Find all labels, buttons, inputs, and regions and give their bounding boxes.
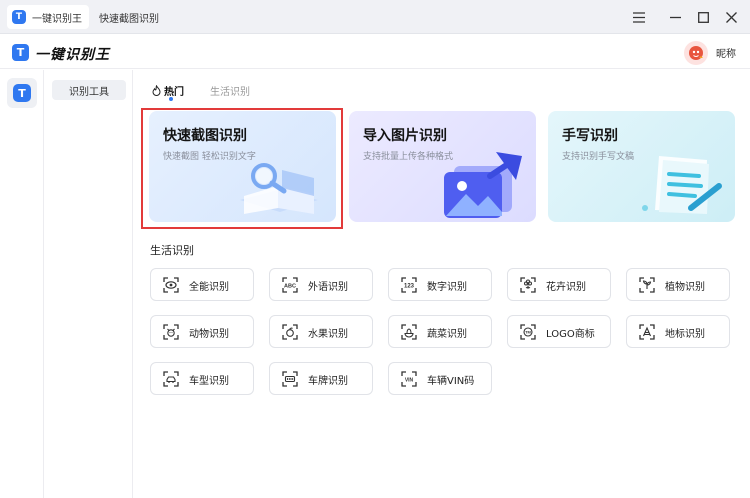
eye-scan-icon xyxy=(163,277,179,293)
feature-label: 车牌识别 xyxy=(308,376,348,387)
maximize-icon[interactable] xyxy=(692,6,714,28)
abc-scan-icon: ABC xyxy=(282,277,298,293)
feature-button-plant[interactable]: 植物识别 xyxy=(626,268,730,301)
flame-icon xyxy=(152,85,161,96)
menu-icon[interactable] xyxy=(628,6,650,28)
window-tab-label: 快速截图识别 xyxy=(99,13,159,25)
feature-label: 动物识别 xyxy=(189,329,229,340)
close-icon[interactable] xyxy=(720,6,742,28)
animal-scan-icon xyxy=(163,324,179,340)
window-tab-label: 一键识别王 xyxy=(32,13,82,25)
handwriting-paper-icon xyxy=(642,156,722,214)
feature-label: 水果识别 xyxy=(308,329,348,340)
window-titlebar: T 一键识别王 快速截图识别 xyxy=(0,0,750,34)
app-logo-icon: T xyxy=(13,84,31,102)
feature-label: 数字识别 xyxy=(427,282,467,293)
window-tab-screenshot[interactable]: 快速截图识别 xyxy=(96,5,166,29)
feature-label: 车辆VIN码 xyxy=(427,376,475,387)
feature-label: LOGO商标 xyxy=(546,329,595,340)
svg-text:TM: TM xyxy=(525,330,531,335)
car-scan-icon xyxy=(163,371,179,387)
feature-label: 外语识别 xyxy=(308,282,348,293)
app-header: T 一键识别王 xyxy=(0,35,750,69)
feature-button-foreign[interactable]: ABC 外语识别 xyxy=(269,268,373,301)
tab-hot-label: 热门 xyxy=(164,87,184,98)
rail-home-button[interactable]: T xyxy=(7,78,37,108)
card-title: 手写识别 xyxy=(562,128,618,144)
card-handwriting[interactable]: 手写识别 支持识别手写文稿 xyxy=(548,111,735,222)
card-subtitle: 支持识别手写文稿 xyxy=(562,152,635,162)
minimize-icon[interactable] xyxy=(664,6,686,28)
active-tab-indicator xyxy=(169,97,173,101)
feature-label: 蔬菜识别 xyxy=(427,329,467,340)
feature-label: 车型识别 xyxy=(189,376,229,387)
feature-button-landmark[interactable]: 地标识别 xyxy=(626,315,730,348)
sidebar-item-tools[interactable]: 识别工具 xyxy=(52,80,126,100)
sidebar: 识别工具 xyxy=(45,70,133,498)
card-title: 导入图片识别 xyxy=(363,128,447,144)
app-logo-icon: T xyxy=(12,44,29,61)
vin-scan-icon: VIN xyxy=(401,371,417,387)
feature-button-vegetable[interactable]: 蔬菜识别 xyxy=(388,315,492,348)
app-logo-icon: T xyxy=(12,10,26,24)
tab-life-label: 生活识别 xyxy=(210,87,250,98)
landmark-scan-icon xyxy=(639,324,655,340)
feature-button-license-plate[interactable]: 车牌识别 xyxy=(269,362,373,395)
svg-text:VIN: VIN xyxy=(405,377,414,383)
tab-life[interactable]: 生活识别 xyxy=(210,83,250,98)
user-nickname[interactable]: 昵称 xyxy=(716,45,736,60)
section-title-life: 生活识别 xyxy=(150,244,194,257)
feature-button-animal[interactable]: 动物识别 xyxy=(150,315,254,348)
fruit-scan-icon xyxy=(282,324,298,340)
image-import-icon xyxy=(444,152,522,218)
logo-scan-icon: TM xyxy=(520,324,536,340)
feature-button-logo[interactable]: TM LOGO商标 xyxy=(507,315,611,348)
vegetable-scan-icon xyxy=(401,324,417,340)
feature-label: 植物识别 xyxy=(665,282,705,293)
user-avatar[interactable] xyxy=(684,41,708,65)
feature-button-flower[interactable]: 花卉识别 xyxy=(507,268,611,301)
card-import-image[interactable]: 导入图片识别 支持批量上传各种格式 xyxy=(349,111,536,222)
feature-button-vin[interactable]: VIN 车辆VIN码 xyxy=(388,362,492,395)
feature-label: 全能识别 xyxy=(189,282,229,293)
feature-button-car-model[interactable]: 车型识别 xyxy=(150,362,254,395)
flower-scan-icon xyxy=(520,277,536,293)
plate-scan-icon xyxy=(282,371,298,387)
feature-button-all[interactable]: 全能识别 xyxy=(150,268,254,301)
svg-text:ABC: ABC xyxy=(284,284,296,290)
feature-label: 地标识别 xyxy=(665,329,705,340)
tab-hot[interactable]: 热门 xyxy=(152,83,184,98)
feature-button-fruit[interactable]: 水果识别 xyxy=(269,315,373,348)
feature-label: 花卉识别 xyxy=(546,282,586,293)
selection-highlight xyxy=(141,108,343,229)
feature-button-number[interactable]: 123 数字识别 xyxy=(388,268,492,301)
plant-scan-icon xyxy=(639,277,655,293)
app-title: 一键识别王 xyxy=(35,47,110,63)
window-tab-main[interactable]: T 一键识别王 xyxy=(7,5,89,29)
123-scan-icon: 123 xyxy=(401,277,417,293)
svg-text:123: 123 xyxy=(404,284,415,290)
left-rail: T xyxy=(0,70,44,498)
